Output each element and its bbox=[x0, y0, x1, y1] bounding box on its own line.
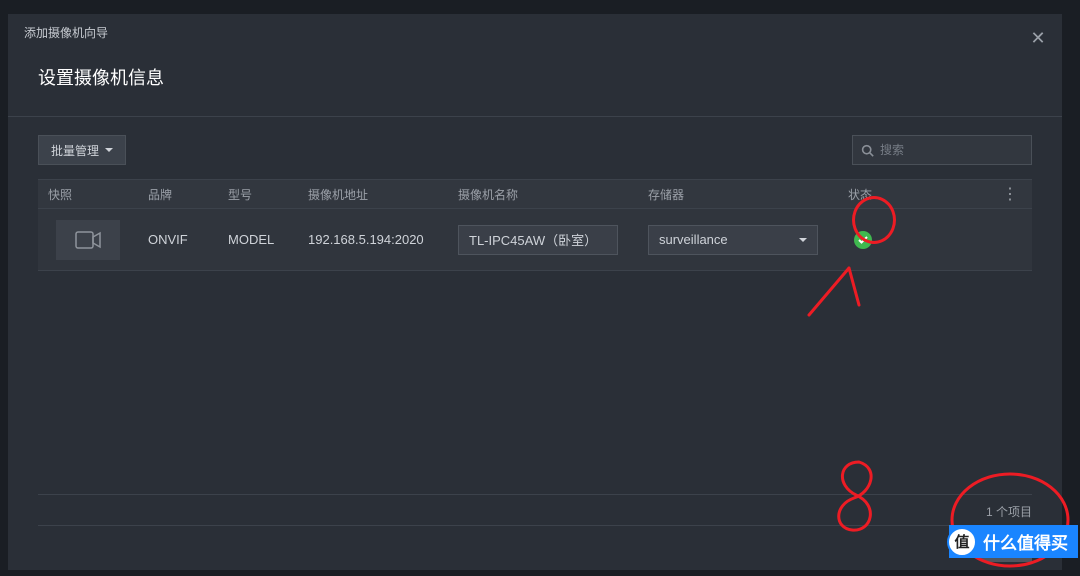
col-snapshot: 快照 bbox=[38, 186, 138, 203]
camera-name-value: TL-IPC45AW（卧室） bbox=[469, 230, 597, 249]
col-status: 状态 bbox=[838, 186, 908, 203]
table-row[interactable]: ONVIF MODEL 192.168.5.194:2020 TL-IPC45A… bbox=[38, 209, 1032, 271]
search-input[interactable] bbox=[880, 143, 1023, 157]
watermark: 值 什么值得买 bbox=[949, 525, 1078, 558]
titlebar: 添加摄像机向导 bbox=[8, 14, 1062, 50]
cell-name: TL-IPC45AW（卧室） bbox=[448, 225, 638, 255]
cell-snapshot bbox=[38, 220, 138, 260]
col-model: 型号 bbox=[218, 186, 298, 203]
cell-storage: surveillance bbox=[638, 225, 838, 255]
chevron-down-icon bbox=[799, 238, 807, 242]
watermark-badge: 值 bbox=[947, 527, 977, 557]
cell-address: 192.168.5.194:2020 bbox=[298, 232, 448, 247]
table-header: 快照 品牌 型号 摄像机地址 摄像机名称 存储器 状态 ⋮ bbox=[38, 179, 1032, 209]
camera-name-input[interactable]: TL-IPC45AW（卧室） bbox=[458, 225, 618, 255]
batch-manage-button[interactable]: 批量管理 bbox=[38, 135, 126, 165]
page-title: 设置摄像机信息 bbox=[38, 64, 1032, 90]
cell-brand: ONVIF bbox=[138, 232, 218, 247]
footer-buttons: 上一步 bbox=[38, 525, 1032, 562]
batch-manage-label: 批量管理 bbox=[51, 142, 99, 159]
storage-select[interactable]: surveillance bbox=[648, 225, 818, 255]
footer-status: 1 个项目 bbox=[38, 494, 1032, 520]
col-brand: 品牌 bbox=[138, 186, 218, 203]
chevron-down-icon bbox=[105, 148, 113, 152]
close-icon[interactable]: ✕ bbox=[1026, 28, 1050, 49]
camera-table: 快照 品牌 型号 摄像机地址 摄像机名称 存储器 状态 ⋮ ONVIF MODE… bbox=[38, 179, 1032, 271]
window-title: 添加摄像机向导 bbox=[24, 24, 108, 41]
storage-value: surveillance bbox=[659, 232, 728, 247]
col-storage: 存储器 bbox=[638, 186, 838, 203]
search-box[interactable] bbox=[852, 135, 1032, 165]
header: 设置摄像机信息 bbox=[8, 50, 1062, 116]
item-count-label: 1 个项目 bbox=[986, 505, 1032, 519]
search-icon bbox=[861, 144, 874, 157]
status-ok-icon bbox=[854, 231, 872, 249]
add-camera-wizard-modal: 添加摄像机向导 ✕ 设置摄像机信息 批量管理 快照 品牌 型号 摄像机地址 摄像… bbox=[8, 14, 1062, 570]
col-address: 摄像机地址 bbox=[298, 186, 448, 203]
more-icon[interactable]: ⋮ bbox=[908, 184, 1032, 204]
cell-model: MODEL bbox=[218, 232, 298, 247]
video-camera-icon bbox=[75, 231, 101, 249]
col-name: 摄像机名称 bbox=[448, 186, 638, 203]
watermark-text: 什么值得买 bbox=[983, 529, 1068, 554]
toolbar: 批量管理 bbox=[8, 117, 1062, 179]
cell-status bbox=[838, 231, 908, 249]
camera-thumbnail bbox=[56, 220, 120, 260]
